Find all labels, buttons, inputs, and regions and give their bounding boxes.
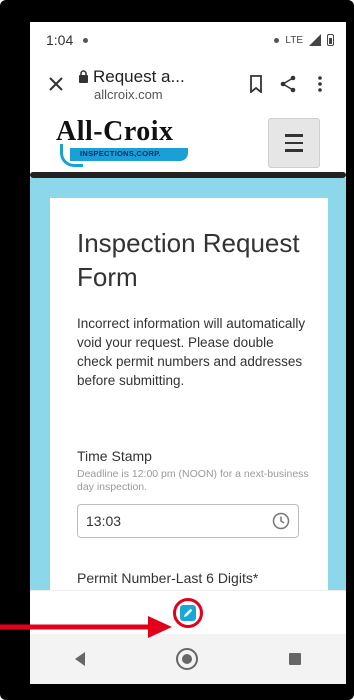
more-icon bbox=[318, 76, 322, 92]
clock-icon[interactable] bbox=[272, 512, 290, 530]
lock-icon bbox=[79, 70, 88, 83]
page-content[interactable]: Inspection Request Form Incorrect inform… bbox=[30, 178, 346, 590]
bookmark-button[interactable] bbox=[240, 68, 272, 100]
phone-screen: 1:04 LTE Request a... allcroix.com All-C… bbox=[30, 22, 346, 684]
battery-icon bbox=[327, 34, 334, 46]
time-stamp-value: 13:03 bbox=[86, 513, 122, 529]
browser-url-bar: Request a... allcroix.com bbox=[30, 58, 346, 110]
signal-icon bbox=[309, 34, 321, 46]
url-display[interactable]: Request a... allcroix.com bbox=[78, 67, 240, 102]
time-stamp-input[interactable]: 13:03 bbox=[77, 504, 299, 538]
nav-recents-icon[interactable] bbox=[288, 653, 301, 665]
more-options-button[interactable] bbox=[304, 68, 336, 100]
share-icon bbox=[280, 75, 296, 93]
status-time: 1:04 bbox=[46, 32, 74, 48]
notification-dot-icon bbox=[83, 37, 89, 43]
nav-back-icon[interactable] bbox=[75, 652, 86, 666]
page-domain: allcroix.com bbox=[94, 86, 163, 102]
logo-subtext: INSPECTIONS,CORP. bbox=[80, 149, 161, 158]
form-card: Inspection Request Form Incorrect inform… bbox=[50, 198, 328, 590]
form-title: Inspection Request Form bbox=[77, 228, 300, 292]
site-logo[interactable]: All-Croix INSPECTIONS,CORP. bbox=[52, 116, 192, 167]
status-dot-icon bbox=[274, 37, 280, 43]
menu-icon bbox=[285, 134, 303, 137]
bookmark-icon bbox=[250, 75, 262, 93]
time-stamp-label: Time Stamp bbox=[77, 448, 152, 464]
status-bar: 1:04 LTE bbox=[30, 22, 346, 58]
nav-home-icon[interactable] bbox=[175, 648, 198, 670]
site-header: All-Croix INSPECTIONS,CORP. bbox=[30, 110, 346, 170]
permit-number-label: Permit Number-Last 6 Digits* bbox=[77, 570, 259, 586]
page-title: Request a... bbox=[93, 66, 185, 86]
network-type: LTE bbox=[285, 34, 303, 46]
close-tab-button[interactable] bbox=[40, 68, 72, 100]
menu-button[interactable] bbox=[268, 118, 320, 168]
annotation-arrow bbox=[0, 616, 172, 638]
time-stamp-help: Deadline is 12:00 pm (NOON) for a next-b… bbox=[77, 468, 309, 493]
form-warning: Incorrect information will automatically… bbox=[77, 316, 306, 388]
share-button[interactable] bbox=[272, 68, 304, 100]
close-icon bbox=[49, 77, 63, 91]
logo-text: All-Croix bbox=[56, 116, 174, 147]
